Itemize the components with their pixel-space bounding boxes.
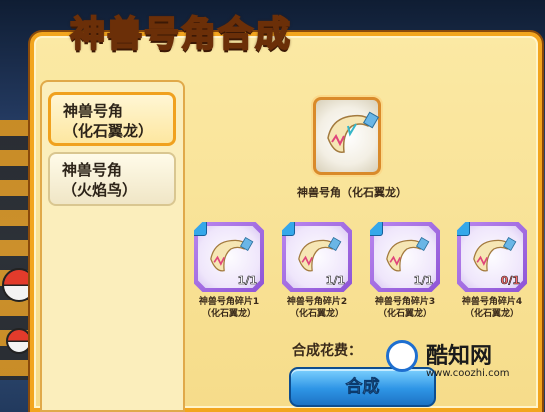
synthesis-cost-label: 合成花费： (292, 343, 362, 359)
watermark-logo-icon (386, 340, 418, 372)
result-item-slot[interactable] (313, 97, 381, 175)
horn-list: 神兽号角 （化石翼龙） 神兽号角 （火焰鸟） (40, 80, 185, 412)
watermark-url: www.coozhi.com (426, 368, 510, 379)
fragment-subname: （化石翼龙） (201, 309, 256, 319)
list-item-label: 神兽号角 (63, 102, 124, 120)
fragment-label-1: 神兽号角碎片1 （化石翼龙） (184, 296, 274, 320)
site-watermark: 酷知网 www.coozhi.com (382, 334, 542, 386)
list-item-sublabel: （化石翼龙） (63, 122, 154, 140)
fragment-slot-4[interactable]: 0/1 (457, 222, 527, 292)
list-item-label: 神兽号角 (62, 161, 123, 179)
fragment-subname: （化石翼龙） (377, 309, 432, 319)
fragment-label-4: 神兽号角碎片4 （化石翼龙） (447, 296, 537, 320)
fragment-label-2: 神兽号角碎片2 （化石翼龙） (272, 296, 362, 320)
fragment-count: 1/1 (237, 274, 257, 288)
fragment-slot-3[interactable]: 1/1 (370, 222, 440, 292)
fragment-count: 1/1 (325, 274, 345, 288)
fragment-name: 神兽号角碎片2 (286, 297, 348, 307)
list-item-sublabel: （火焰鸟） (62, 181, 138, 199)
fragment-count: 1/1 (413, 274, 433, 288)
fragment-subname: （化石翼龙） (464, 309, 519, 319)
fragment-name: 神兽号角碎片3 (374, 297, 436, 307)
horn-icon (327, 111, 380, 153)
fragment-name: 神兽号角碎片1 (198, 297, 260, 307)
result-item-label: 神兽号角（化石翼龙） (297, 186, 407, 199)
watermark-name: 酷知网 (426, 344, 493, 369)
fragment-slot-2[interactable]: 1/1 (282, 222, 352, 292)
fragment-name: 神兽号角碎片4 (461, 297, 523, 307)
fragment-label-3: 神兽号角碎片3 （化石翼龙） (360, 296, 450, 320)
list-item-flame-bird[interactable]: 神兽号角 （火焰鸟） (48, 152, 176, 206)
page-title: 神兽号角合成 (69, 14, 293, 56)
list-item-fossil-pterodactyl[interactable]: 神兽号角 （化石翼龙） (48, 92, 176, 146)
fragment-count: 0/1 (500, 274, 520, 288)
fragment-subname: （化石翼龙） (289, 309, 344, 319)
pokeball-decoration (6, 328, 32, 354)
fragment-slot-1[interactable]: 1/1 (194, 222, 264, 292)
